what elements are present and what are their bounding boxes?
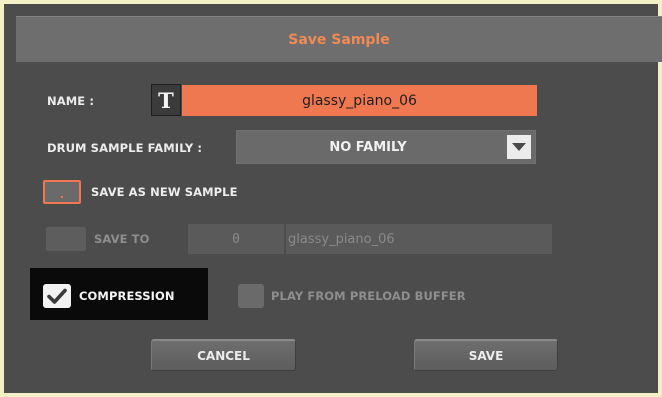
drum-family-value: NO FAMILY: [329, 139, 407, 155]
checkmark-icon: [47, 288, 67, 304]
save-to-name-field: glassy_piano_06: [286, 224, 552, 254]
sample-name-field[interactable]: glassy_piano_06: [182, 85, 537, 116]
name-label: NAME :: [47, 94, 95, 108]
drum-family-label: DRUM SAMPLE FAMILY :: [47, 141, 203, 155]
compression-checkbox[interactable]: [43, 284, 71, 308]
save-to-checkbox[interactable]: [46, 227, 86, 251]
drum-family-select[interactable]: NO FAMILY: [236, 130, 536, 164]
preload-buffer-checkbox[interactable]: [238, 284, 264, 308]
save-as-new-checkbox[interactable]: [43, 180, 81, 204]
dialog-title: Save Sample: [288, 31, 390, 48]
preload-buffer-label: PLAY FROM PRELOAD BUFFER: [271, 289, 466, 303]
save-as-new-label: SAVE AS NEW SAMPLE: [91, 185, 238, 199]
compression-label: COMPRESSION: [79, 289, 175, 303]
save-to-label: SAVE TO: [94, 232, 150, 246]
sample-name-value: glassy_piano_06: [302, 92, 417, 109]
cancel-button[interactable]: CANCEL: [151, 339, 296, 371]
save-to-number: 0: [232, 231, 240, 247]
chevron-down-icon[interactable]: [507, 135, 531, 159]
save-to-number-field: 0: [188, 224, 284, 254]
save-button[interactable]: SAVE: [414, 339, 558, 371]
text-edit-icon[interactable]: T: [151, 84, 181, 116]
dialog-title-bar: Save Sample: [16, 16, 662, 62]
save-to-name: glassy_piano_06: [288, 231, 395, 247]
